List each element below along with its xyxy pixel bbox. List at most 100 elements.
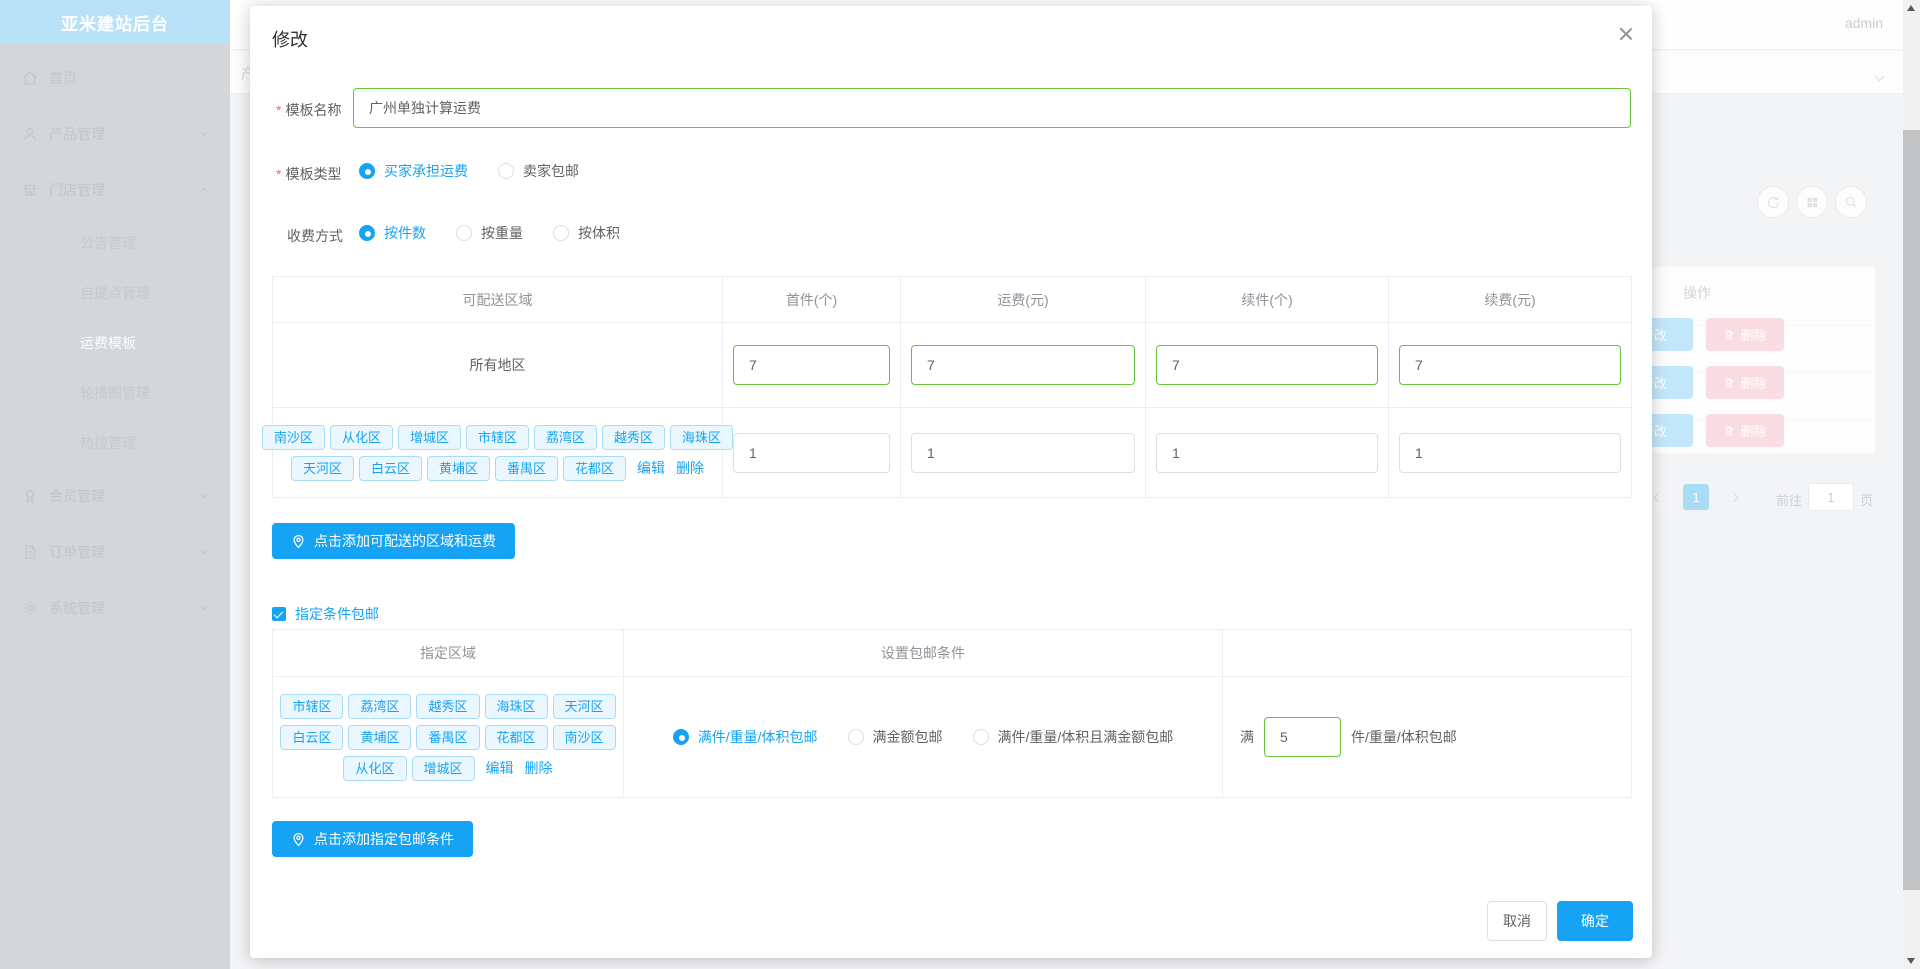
refresh-button[interactable] bbox=[1757, 186, 1789, 218]
column-header: 可配送区域 bbox=[272, 276, 723, 323]
radio-amount[interactable]: 满金额包邮 bbox=[847, 727, 943, 747]
checkbox-checked-icon bbox=[272, 607, 286, 621]
region-tag: 从化区 bbox=[343, 755, 407, 781]
username-menu[interactable]: admin bbox=[1845, 15, 1883, 31]
region-tag: 越秀区 bbox=[602, 424, 666, 450]
first-piece-input[interactable] bbox=[733, 345, 890, 385]
sidebar-subitem-announcements[interactable]: 公告管理 bbox=[0, 218, 230, 268]
home-icon bbox=[23, 71, 37, 85]
radio-seller-free[interactable]: 卖家包邮 bbox=[498, 161, 579, 181]
sidebar-item-products[interactable]: 产品管理 bbox=[0, 106, 230, 162]
scroll-down-arrow[interactable] bbox=[1907, 958, 1915, 964]
radio-buyer-pays[interactable]: 买家承担运费 bbox=[359, 161, 468, 181]
region-tag: 南沙区 bbox=[552, 724, 616, 750]
column-header: 续件(个) bbox=[1145, 276, 1389, 323]
condition-region-tags: 市辖区 荔湾区 越秀区 海珠区 天河区 白云区 黄埔区 番禺区 花都区 南沙区 bbox=[273, 682, 623, 793]
radio-piece-and-amount[interactable]: 满件/重量/体积且满金额包邮 bbox=[972, 727, 1173, 747]
sidebar-subitem-shipping-templates[interactable]: 运费模板 bbox=[0, 318, 230, 368]
region-tag: 番禺区 bbox=[495, 455, 559, 481]
table-row: 南沙区 从化区 增城区 市辖区 荔湾区 越秀区 海珠区 天河区 白云区 黄埔区 … bbox=[261, 407, 1632, 498]
sidebar-item-label: 门店管理 bbox=[49, 182, 105, 198]
grid-icon bbox=[1807, 197, 1817, 207]
region-tag: 黄埔区 bbox=[426, 455, 490, 481]
scrollbar-thumb[interactable] bbox=[1903, 130, 1920, 890]
add-condition-button[interactable]: 点击添加指定包邮条件 bbox=[272, 821, 473, 857]
radio-checked-icon bbox=[672, 729, 689, 745]
region-tag: 天河区 bbox=[290, 455, 354, 481]
sidebar-item-members[interactable]: 会员管理 bbox=[0, 468, 230, 524]
next-piece-input[interactable] bbox=[1156, 432, 1378, 473]
next-fee-input[interactable] bbox=[1399, 432, 1621, 473]
table-row: 所有地区 bbox=[272, 322, 1632, 408]
region-all-label: 所有地区 bbox=[272, 322, 723, 408]
add-region-button[interactable]: 点击添加可配送的区域和运费 bbox=[272, 523, 515, 559]
sidebar-item-label: 会员管理 bbox=[49, 488, 105, 504]
sidebar-item-stores[interactable]: 门店管理 bbox=[0, 162, 230, 218]
region-tag: 番禺区 bbox=[416, 724, 480, 750]
next-page-button[interactable] bbox=[1720, 484, 1746, 510]
shop-icon bbox=[24, 184, 36, 196]
trash-icon bbox=[1725, 330, 1734, 339]
region-tag: 天河区 bbox=[552, 693, 616, 719]
radio-by-weight[interactable]: 按重量 bbox=[456, 223, 523, 243]
radio-by-volume[interactable]: 按体积 bbox=[553, 223, 620, 243]
first-fee-input[interactable] bbox=[911, 432, 1135, 473]
sidebar-item-system[interactable]: 系统管理 bbox=[0, 580, 230, 636]
location-pin-icon bbox=[293, 832, 304, 846]
vertical-scrollbar[interactable] bbox=[1903, 0, 1920, 969]
region-tag: 花都区 bbox=[563, 455, 627, 481]
threshold-setting: 满 件/重量/体积包邮 bbox=[1223, 717, 1631, 757]
grid-view-button[interactable] bbox=[1796, 186, 1828, 218]
radio-checked-icon bbox=[359, 163, 375, 179]
delete-row-button[interactable]: 删除 bbox=[1706, 414, 1784, 447]
close-icon[interactable] bbox=[1618, 26, 1634, 42]
delete-row-button[interactable]: 删除 bbox=[1706, 318, 1784, 351]
sidebar-item-orders[interactable]: 订单管理 bbox=[0, 524, 230, 580]
scroll-up-arrow[interactable] bbox=[1907, 5, 1915, 11]
sidebar-subitem-hot-search[interactable]: 热搜管理 bbox=[0, 418, 230, 468]
first-fee-input[interactable] bbox=[911, 345, 1135, 385]
badge-icon bbox=[26, 490, 34, 504]
shipping-fee-table: 可配送区域 首件(个) 运费(元) 续件(个) 续费(元) 所有地区 南沙区 从… bbox=[261, 276, 1632, 498]
sidebar-item-label: 产品管理 bbox=[49, 126, 105, 142]
column-header: 运费(元) bbox=[900, 276, 1146, 323]
region-tag: 南沙区 bbox=[261, 424, 325, 450]
region-tag: 增城区 bbox=[411, 755, 475, 781]
region-tag: 海珠区 bbox=[670, 424, 734, 450]
condition-type-radio-group: 满件/重量/体积包邮 满金额包邮 满件/重量/体积且满金额包邮 bbox=[624, 727, 1222, 747]
edit-condition-regions-link[interactable]: 编辑 bbox=[486, 758, 514, 778]
search-button[interactable] bbox=[1835, 186, 1867, 218]
confirm-button[interactable]: 确定 bbox=[1557, 901, 1633, 941]
sidebar-subitem-pickup-points[interactable]: 自提点管理 bbox=[0, 268, 230, 318]
first-piece-input[interactable] bbox=[733, 432, 890, 473]
delete-condition-regions-link[interactable]: 删除 bbox=[525, 758, 553, 778]
table-header-row: 指定区域 设置包邮条件 bbox=[272, 629, 1632, 677]
sidebar-subitem-carousel[interactable]: 轮播图管理 bbox=[0, 368, 230, 418]
column-header: 续费(元) bbox=[1388, 276, 1632, 323]
delete-regions-link[interactable]: 删除 bbox=[676, 458, 704, 478]
next-piece-input[interactable] bbox=[1156, 345, 1378, 385]
column-header: 指定区域 bbox=[272, 629, 624, 677]
goto-page-input[interactable] bbox=[1808, 483, 1854, 511]
template-type-radio-group: 买家承担运费 卖家包邮 bbox=[359, 161, 579, 181]
next-fee-input[interactable] bbox=[1399, 345, 1621, 385]
radio-unchecked-icon bbox=[456, 225, 472, 241]
region-tag: 海珠区 bbox=[484, 693, 548, 719]
trash-icon bbox=[1725, 378, 1734, 387]
chevron-down-icon bbox=[200, 606, 208, 611]
sidebar-item-home[interactable]: 首页 bbox=[0, 50, 230, 106]
edit-template-dialog: 修改 *模板名称 *模板类型 买家承担运费 卖家包邮 收费方式 按件数 按重量 … bbox=[250, 6, 1652, 958]
delete-row-button[interactable]: 删除 bbox=[1706, 366, 1784, 399]
region-tag: 越秀区 bbox=[416, 693, 480, 719]
template-name-input[interactable] bbox=[353, 88, 1631, 128]
edit-regions-link[interactable]: 编辑 bbox=[637, 458, 665, 478]
conditional-free-shipping-checkbox[interactable]: 指定条件包邮 bbox=[272, 604, 379, 624]
radio-by-piece[interactable]: 按件数 bbox=[359, 223, 426, 243]
radio-piece-weight-volume[interactable]: 满件/重量/体积包邮 bbox=[672, 727, 818, 747]
region-tag: 市辖区 bbox=[466, 424, 530, 450]
user-icon bbox=[24, 128, 36, 141]
threshold-value-input[interactable] bbox=[1264, 717, 1341, 757]
region-tag: 市辖区 bbox=[280, 693, 344, 719]
cancel-button[interactable]: 取消 bbox=[1487, 901, 1547, 941]
page-number-active[interactable]: 1 bbox=[1683, 484, 1709, 510]
